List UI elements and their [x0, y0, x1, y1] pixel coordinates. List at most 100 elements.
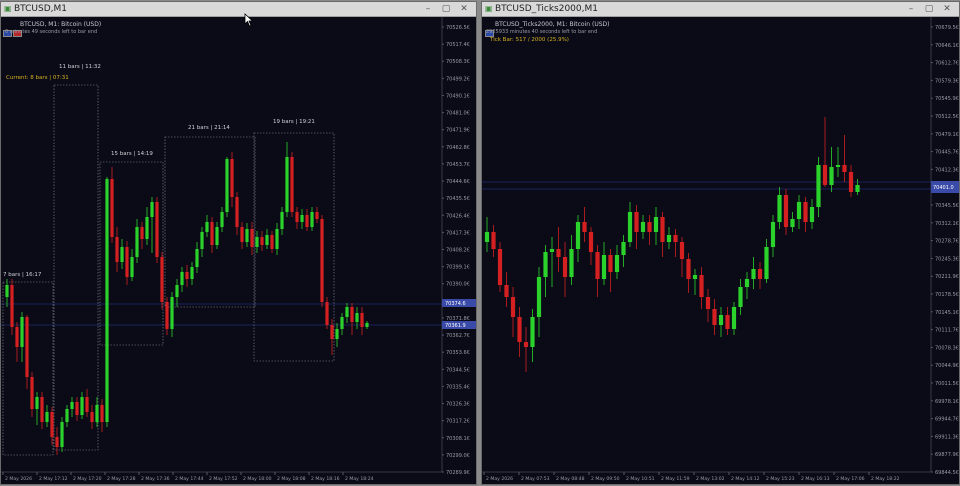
candle-body [757, 269, 763, 279]
price-axis-label: 70462.8€ [446, 145, 470, 151]
bar-count-label: 21 bars | 21:14 [188, 125, 230, 131]
time-axis-label: 2 May 14:12 [731, 476, 760, 482]
candle-body [235, 197, 239, 227]
time-axis-label: 2 May 09:50 [591, 476, 620, 482]
candle-body [517, 317, 522, 342]
candle-body [305, 215, 309, 227]
candle-body [340, 317, 344, 329]
right-window-title: BTCUSD_Ticks2000,M1 [495, 4, 598, 14]
price-axis-label: 70278.7€ [935, 239, 959, 245]
candle-body [240, 227, 244, 242]
candle-body [200, 232, 204, 249]
candle-body [145, 217, 149, 239]
candle-body [731, 307, 737, 329]
bar-count-box [164, 136, 256, 308]
left-candle-chart[interactable]: 70526.5€ 70517.4€ 70508.3€ 70499.2€ 70490.1€… [1, 17, 476, 485]
minimize-icon[interactable]: – [422, 2, 434, 16]
time-axis-label: 2 May 13:02 [696, 476, 725, 482]
price-axis-label: 70517.4€ [446, 42, 470, 48]
price-axis-label: 70289.9€ [446, 470, 470, 476]
candle-body [692, 275, 698, 279]
time-axis-label: 2 May 2026 [5, 476, 32, 482]
price-axis-label: 70326.3€ [446, 402, 470, 408]
candle-body [335, 329, 339, 339]
candle-body [110, 179, 114, 237]
candle-body [220, 212, 224, 227]
candle-body [70, 402, 74, 409]
candle-body [647, 222, 652, 232]
price-axis-label: 70245.3€ [935, 256, 959, 262]
close-icon[interactable]: ✕ [458, 2, 470, 16]
candle-body [60, 422, 64, 447]
candle-body [65, 409, 69, 422]
candle-body [627, 212, 633, 242]
candle-body [120, 247, 124, 262]
candle-body [601, 255, 607, 279]
candle-body [55, 437, 59, 447]
candle-body [25, 317, 29, 377]
candle-body [504, 285, 509, 297]
close-icon[interactable]: ✕ [941, 2, 953, 16]
left-window-titlebar[interactable]: ▣ BTCUSD,M1 – ▢ ✕ [1, 2, 476, 17]
candle-body [484, 232, 490, 242]
candle-body [562, 257, 568, 277]
candle-body [543, 252, 548, 277]
minimize-icon[interactable]: – [905, 2, 917, 16]
candle-body [325, 302, 329, 325]
candle-body [20, 317, 24, 347]
candle-body [497, 249, 503, 285]
right-candle-chart[interactable]: 70679.5€ 70646.1€ 70612.7€ 70579.3€ 70545.9€… [482, 17, 959, 485]
candle-body [777, 195, 782, 222]
candle-body [265, 235, 269, 245]
candle-body [255, 237, 259, 247]
time-axis-label: 2 May 18:24 [345, 476, 374, 482]
bar-count-box [99, 161, 164, 346]
price-axis-label: 70426.4€ [446, 213, 470, 219]
candle-body [582, 222, 587, 232]
candle-body [350, 307, 354, 322]
time-axis-label: 2 May 17:06 [836, 476, 865, 482]
candle-body [170, 297, 174, 329]
price-axis-label: 70490.1€ [446, 93, 470, 99]
candle-body [621, 242, 626, 255]
time-axis-label: 2 May 16:13 [801, 476, 830, 482]
price-axis-label: 70445.7€ [935, 150, 959, 156]
time-axis-label: 2 May 11:59 [661, 476, 690, 482]
right-chart-window[interactable]: ▣ BTCUSD_Ticks2000,M1 – ▢ ✕ BTCUSD_Ticks… [481, 1, 960, 485]
time-axis-label: 2 May 17:12 [39, 476, 68, 482]
candle-body [295, 212, 299, 222]
right-window-titlebar[interactable]: ▣ BTCUSD_Ticks2000,M1 – ▢ ✕ [482, 2, 959, 17]
candle-body [666, 235, 672, 242]
candle-body [330, 325, 334, 339]
price-axis-label: 70312.1€ [935, 221, 959, 227]
candle-body [75, 402, 79, 415]
price-axis-label: 70508.3€ [446, 59, 470, 65]
candle-body [744, 279, 750, 287]
candle-body [523, 342, 529, 347]
candle-body [770, 222, 776, 247]
left-chart-window[interactable]: ▣ BTCUSD,M1 – ▢ ✕ BTCUSD, M1: Bitcoin (U… [0, 1, 477, 485]
candle-body [175, 285, 179, 297]
price-axis-label: 70679.5€ [935, 25, 959, 31]
price-axis-label: 69944.7€ [935, 417, 959, 423]
price-axis-label: 70646.1€ [935, 43, 959, 49]
candle-body [510, 297, 516, 317]
price-axis-label: 70299.0€ [446, 453, 470, 459]
candle-body [90, 412, 94, 422]
candle-body [816, 165, 821, 207]
candle-body [345, 307, 349, 317]
price-axis-label: 70044.9€ [935, 363, 959, 369]
candle-body [300, 215, 304, 222]
candle-body [205, 222, 209, 232]
candle-body [15, 327, 19, 347]
maximize-icon[interactable]: ▢ [440, 2, 452, 16]
maximize-icon[interactable]: ▢ [923, 2, 935, 16]
candle-body [686, 259, 691, 279]
time-axis-label: 2 May 08:48 [556, 476, 585, 482]
candle-body [210, 222, 214, 245]
candle-body [569, 249, 574, 277]
time-axis-label: 2 May 15:23 [766, 476, 795, 482]
candle-body [360, 313, 364, 327]
candle-body [165, 302, 169, 329]
price-axis-label: 70399.1€ [446, 265, 470, 271]
